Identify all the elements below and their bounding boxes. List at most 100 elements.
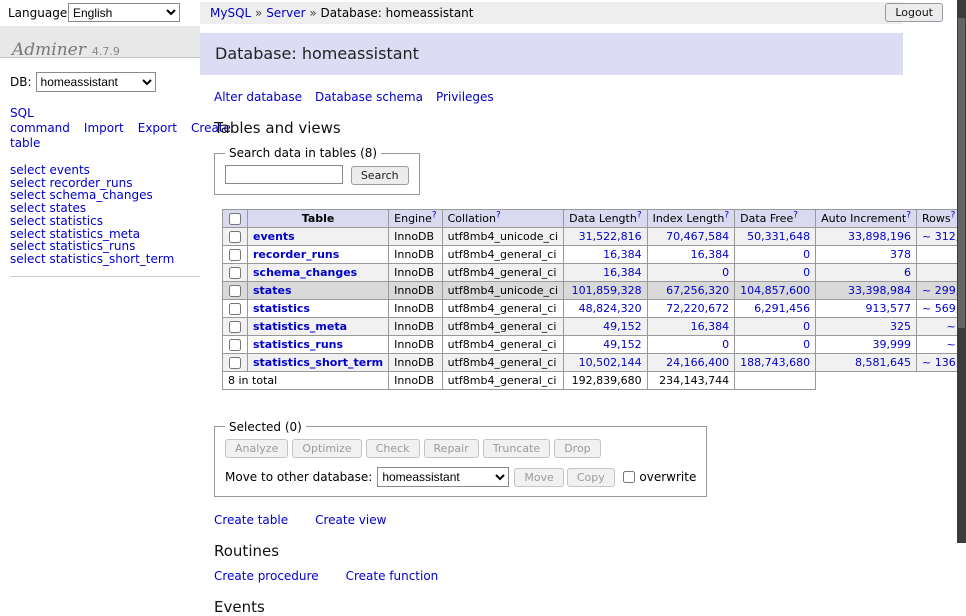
link-create-function[interactable]: Create function (346, 569, 439, 583)
sidebar-action-links: SQL commandImportExportCreate table (10, 106, 192, 151)
data-length-link[interactable]: 48,824,320 (579, 302, 642, 315)
table-link-statistics-meta[interactable]: statistics_meta (253, 320, 347, 333)
sidebar-link-export[interactable]: Export (138, 121, 177, 135)
auto-increment-link[interactable]: 33,398,984 (848, 284, 911, 297)
db-select[interactable]: homeassistant (36, 72, 156, 92)
table-link-events[interactable]: events (253, 230, 295, 243)
row-checkbox[interactable] (229, 231, 241, 243)
table-link-schema-changes[interactable]: schema_changes (253, 266, 357, 279)
data-free-link[interactable]: 0 (803, 320, 810, 333)
row-checkbox[interactable] (229, 303, 241, 315)
row-checkbox[interactable] (229, 285, 241, 297)
breadcrumb-item-server[interactable]: Server (266, 6, 305, 20)
link-create-procedure[interactable]: Create procedure (214, 569, 319, 583)
row-checkbox[interactable] (229, 267, 241, 279)
link-create-table[interactable]: Create table (214, 513, 288, 527)
language-label: Language: (8, 6, 71, 20)
help-link[interactable]: ? (496, 212, 501, 225)
index-length-link[interactable]: 72,220,672 (666, 302, 729, 315)
data-length-link[interactable]: 31,522,816 (579, 230, 642, 243)
data-length-link[interactable]: 101,859,328 (572, 284, 642, 297)
data-length-link[interactable]: 10,502,144 (579, 356, 642, 369)
link-create-view[interactable]: Create view (315, 513, 386, 527)
breadcrumb-item-mysql[interactable]: MySQL (210, 6, 251, 20)
data-free-link[interactable]: 104,857,600 (740, 284, 810, 297)
data-free-link[interactable]: 0 (803, 248, 810, 261)
sidebar-select-statistics[interactable]: select statistics (10, 215, 200, 228)
data-length-link[interactable]: 49,152 (603, 320, 642, 333)
data-free-link[interactable]: 50,331,648 (747, 230, 810, 243)
truncate-button[interactable]: Truncate (483, 439, 550, 458)
search-input[interactable] (225, 165, 343, 184)
help-link[interactable]: ? (432, 212, 437, 225)
auto-increment-link[interactable]: 325 (890, 320, 911, 333)
data-free-link[interactable]: 0 (803, 338, 810, 351)
index-length-link[interactable]: 0 (722, 266, 729, 279)
index-length-link[interactable]: 67,256,320 (666, 284, 729, 297)
row-checkbox[interactable] (229, 339, 241, 351)
index-length-link[interactable]: 16,384 (691, 320, 730, 333)
sidebar-link-import[interactable]: Import (84, 121, 124, 135)
sidebar-select-states[interactable]: select states (10, 202, 200, 215)
help-link[interactable]: ? (951, 212, 956, 225)
nav-link-privileges[interactable]: Privileges (436, 90, 494, 104)
optimize-button[interactable]: Optimize (292, 439, 361, 458)
cell-table-name: schema_changes (248, 263, 389, 281)
nav-link-database-schema[interactable]: Database schema (315, 90, 423, 104)
data-free-link[interactable]: 188,743,680 (740, 356, 810, 369)
data-length-link[interactable]: 16,384 (603, 248, 642, 261)
data-length-link[interactable]: 16,384 (603, 266, 642, 279)
table-link-statistics-short-term[interactable]: statistics_short_term (253, 356, 383, 369)
cell-table-name: states (248, 281, 389, 299)
help-link[interactable]: ? (906, 212, 911, 225)
move-db-select[interactable]: homeassistant (377, 467, 509, 487)
table-row: eventsInnoDButf8mb4_unicode_ci31,522,816… (223, 227, 966, 245)
analyze-button[interactable]: Analyze (225, 439, 288, 458)
table-link-statistics-runs[interactable]: statistics_runs (253, 338, 343, 351)
table-link-states[interactable]: states (253, 284, 292, 297)
vertical-scrollbar[interactable] (957, 0, 966, 543)
repair-button[interactable]: Repair (424, 439, 479, 458)
data-free-link[interactable]: 6,291,456 (754, 302, 810, 315)
auto-increment-link[interactable]: 33,898,196 (848, 230, 911, 243)
move-button[interactable]: Move (514, 468, 564, 487)
sidebar-link-sql-command[interactable]: SQL command (10, 106, 70, 135)
cell-collation: utf8mb4_general_ci (442, 335, 563, 353)
row-checkbox[interactable] (229, 357, 241, 369)
sidebar-select-events[interactable]: select events (10, 164, 200, 177)
index-length-link[interactable]: 16,384 (691, 248, 730, 261)
scrollbar-thumb[interactable] (958, 18, 965, 328)
data-length-link[interactable]: 49,152 (603, 338, 642, 351)
nav-link-alter-database[interactable]: Alter database (214, 90, 302, 104)
logout-button[interactable]: Logout (885, 3, 943, 22)
copy-button[interactable]: Copy (567, 468, 615, 487)
sidebar-select-statistics-short-term[interactable]: select statistics_short_term (10, 253, 200, 266)
selected-fieldset: Selected (0) AnalyzeOptimizeCheckRepairT… (214, 420, 707, 497)
row-checkbox[interactable] (229, 249, 241, 261)
cell-collation: utf8mb4_general_ci (442, 245, 563, 263)
table-link-recorder-runs[interactable]: recorder_runs (253, 248, 339, 261)
table-link-statistics[interactable]: statistics (253, 302, 310, 315)
row-checkbox[interactable] (229, 321, 241, 333)
auto-increment-link[interactable]: 6 (904, 266, 911, 279)
select-all-checkbox[interactable] (229, 213, 241, 225)
index-length-link[interactable]: 70,467,584 (666, 230, 729, 243)
data-free-link[interactable]: 0 (803, 266, 810, 279)
search-button[interactable]: Search (351, 166, 409, 185)
check-button[interactable]: Check (366, 439, 420, 458)
auto-increment-link[interactable]: 913,577 (866, 302, 912, 315)
help-link[interactable]: ? (724, 212, 729, 225)
overwrite-checkbox[interactable] (623, 471, 635, 483)
auto-increment-link[interactable]: 39,999 (873, 338, 912, 351)
help-link[interactable]: ? (637, 212, 642, 225)
index-length-link[interactable]: 24,166,400 (666, 356, 729, 369)
auto-increment-link[interactable]: 378 (890, 248, 911, 261)
column-header-label: Rows (922, 212, 951, 225)
row-checkbox-cell (223, 299, 248, 317)
help-link[interactable]: ? (793, 212, 798, 225)
app-logo[interactable]: Adminer (12, 40, 86, 60)
language-select[interactable]: English (68, 3, 180, 22)
index-length-link[interactable]: 0 (722, 338, 729, 351)
auto-increment-link[interactable]: 8,581,645 (855, 356, 911, 369)
drop-button[interactable]: Drop (554, 439, 600, 458)
